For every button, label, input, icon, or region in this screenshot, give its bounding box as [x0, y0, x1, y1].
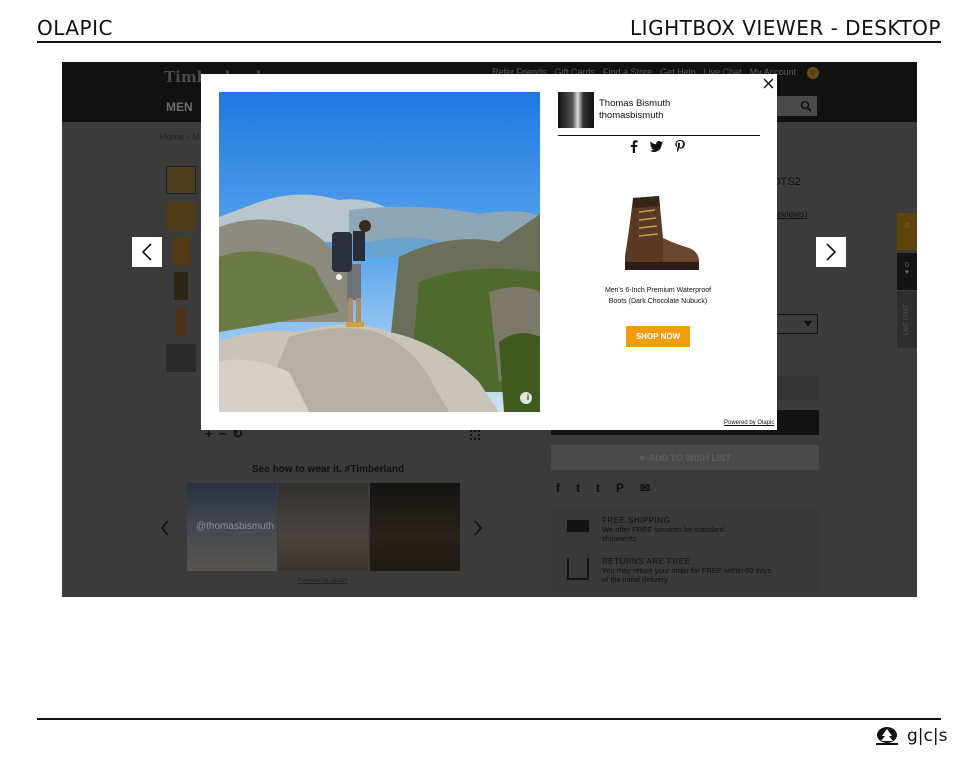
truck-icon — [567, 520, 589, 532]
gallery-photo[interactable] — [370, 483, 460, 571]
lightbox-share-icons — [630, 140, 685, 153]
chevron-down-icon — [804, 321, 812, 327]
free-shipping-title: FREE SHIPPING — [602, 516, 671, 525]
live-chat-label: LIVE CHAT — [904, 304, 910, 335]
product-share-icons: f t t P ✉ — [556, 481, 650, 495]
gallery-photo-handle: @thomasbismuth — [196, 521, 274, 532]
gallery-powered-by[interactable]: Powered by Olapic — [297, 578, 347, 584]
side-tab-share[interactable]: 0 — [897, 213, 917, 250]
shop-now-button[interactable]: SHOP NOW — [626, 326, 690, 347]
lightbox-modal: i Thomas Bismuth thomasbismuth Men's 6-I… — [201, 74, 777, 430]
tumblr-icon[interactable]: t — [596, 481, 600, 495]
fullscreen-icon[interactable] — [470, 430, 480, 440]
facebook-icon[interactable]: f — [556, 481, 560, 495]
gallery-prev-icon[interactable] — [160, 520, 170, 536]
add-to-wishlist-label: ADD TO WISH LIST — [648, 452, 731, 463]
breadcrumb-home[interactable]: Home — [160, 132, 184, 142]
free-shipping-text: We offer FREE services for standard ship… — [602, 525, 724, 543]
lightbox-prev-button[interactable] — [132, 237, 162, 267]
chevron-right-icon — [826, 243, 837, 261]
returns-title: RETURNS ARE FREE — [602, 557, 691, 566]
wear-it-title: See how to wear it. #Timberland — [252, 464, 405, 475]
close-icon[interactable] — [763, 78, 774, 89]
lightbox-photo[interactable] — [219, 92, 540, 412]
side-tab-live-chat[interactable]: LIVE CHAT — [897, 291, 917, 348]
product-name[interactable]: Men's 6-Inch Premium Waterproof Boots (D… — [603, 285, 713, 307]
product-thumbnail[interactable] — [166, 166, 196, 194]
footer-divider — [37, 718, 941, 720]
gallery-next-icon[interactable] — [473, 520, 483, 536]
product-thumbnail[interactable] — [166, 202, 196, 230]
pinterest-icon[interactable]: P — [616, 481, 624, 495]
search-icon[interactable] — [800, 100, 812, 112]
nav-men[interactable]: MEN — [166, 100, 193, 114]
product-boot-image[interactable] — [615, 192, 705, 276]
side-tab-count: 0 — [905, 223, 909, 230]
gallery-photo[interactable]: @thomasbismuth — [187, 483, 277, 571]
page-title-right: LIGHTBOX VIEWER - DESKTOP — [630, 16, 941, 40]
timberland-tree-logo-icon — [876, 727, 898, 745]
cart-count-badge[interactable]: 0 — [807, 67, 819, 79]
product-reviews-link[interactable]: reviews) — [774, 209, 808, 219]
lightbox-next-button[interactable] — [816, 237, 846, 267]
product-thumbnail[interactable] — [174, 272, 188, 300]
user-avatar[interactable] — [558, 92, 594, 128]
side-tab-favorites[interactable]: 0 ♥ — [897, 253, 917, 290]
powered-by-olapic-link[interactable]: Powered by Olapic — [724, 420, 774, 426]
twitter-icon[interactable]: t — [576, 481, 580, 495]
chevron-left-icon — [141, 243, 152, 261]
cart-return-icon — [567, 558, 589, 580]
email-icon[interactable]: ✉ — [640, 481, 650, 495]
twitter-icon[interactable] — [650, 141, 663, 152]
product-thumbnail[interactable] — [172, 237, 190, 265]
side-tab-count: 0 — [905, 262, 909, 269]
heart-icon: ♥ — [639, 452, 645, 463]
user-divider — [558, 135, 760, 136]
breadcrumb-men[interactable]: M — [192, 132, 200, 142]
footer-brand: g|c|s — [907, 726, 948, 746]
pinterest-icon[interactable] — [675, 140, 685, 153]
user-handle[interactable]: thomasbismuth — [599, 110, 663, 121]
add-to-wishlist-button[interactable]: ♥ ADD TO WISH LIST — [551, 445, 819, 470]
user-name[interactable]: Thomas Bismuth — [599, 98, 670, 109]
shipping-panel: FREE SHIPPING We offer FREE services for… — [551, 508, 819, 597]
returns-text: You may return your order for FREE withi… — [602, 566, 772, 584]
info-badge[interactable]: i — [522, 392, 534, 404]
header-divider — [37, 41, 941, 43]
product-thumbnail[interactable] — [176, 308, 186, 336]
breadcrumb: Home › M — [160, 132, 200, 142]
page-title-left: OLAPIC — [37, 16, 113, 40]
facebook-icon[interactable] — [630, 140, 638, 153]
heart-icon: ♥ — [904, 269, 910, 276]
product-thumbnail[interactable] — [166, 344, 196, 372]
gallery-photo[interactable] — [278, 483, 368, 571]
